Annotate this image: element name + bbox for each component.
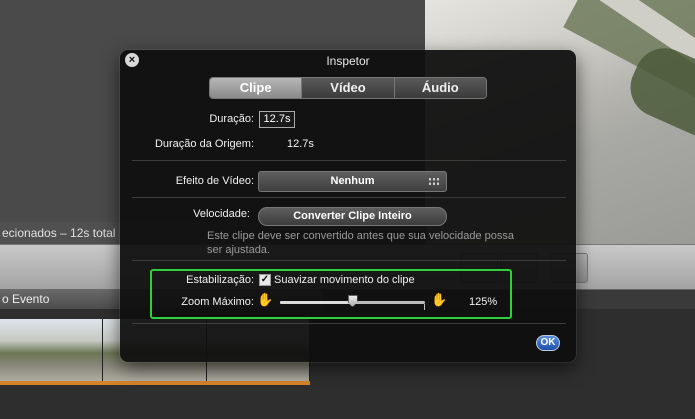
clip-thumbnail[interactable] bbox=[0, 319, 103, 381]
max-zoom-value: 125% bbox=[469, 296, 497, 308]
divider bbox=[132, 197, 566, 198]
hand-shake-icon: ✋ bbox=[257, 292, 273, 308]
video-effect-label: Efeito de Vídeo: bbox=[124, 175, 254, 187]
source-duration-label: Duração da Origem: bbox=[124, 138, 254, 150]
video-effect-value: Nenhum bbox=[331, 175, 375, 187]
source-duration-value: 12.7s bbox=[287, 138, 314, 150]
duration-label: Duração: bbox=[140, 113, 254, 125]
checkmark-icon: ✓ bbox=[261, 274, 269, 285]
stabilization-label: Estabilização: bbox=[140, 274, 254, 286]
divider bbox=[132, 160, 566, 161]
convert-note: Este clipe deve ser convertido antes que… bbox=[207, 229, 527, 257]
ok-button[interactable]: OK bbox=[536, 335, 560, 351]
tab-audio[interactable]: Áudio bbox=[395, 78, 486, 98]
grid-icon bbox=[428, 177, 440, 186]
speed-label: Velocidade: bbox=[124, 208, 250, 220]
duration-field[interactable]: 12.7s bbox=[259, 111, 295, 128]
inspector-tabs: Clipe Vídeo Áudio bbox=[209, 77, 487, 99]
tab-clipe[interactable]: Clipe bbox=[210, 78, 302, 98]
zoom-slider-fill bbox=[280, 301, 353, 304]
divider bbox=[132, 323, 566, 324]
inspector-title: Inspetor bbox=[120, 50, 576, 72]
hand-steady-icon: ✋ bbox=[431, 292, 447, 308]
tab-video[interactable]: Vídeo bbox=[302, 78, 394, 98]
inspector-panel: × Inspetor Clipe Vídeo Áudio Duração: 12… bbox=[120, 50, 576, 362]
slider-tick bbox=[424, 304, 425, 310]
divider bbox=[132, 260, 566, 261]
stabilization-checkbox[interactable]: ✓ bbox=[259, 274, 271, 286]
max-zoom-label: Zoom Máximo: bbox=[140, 296, 254, 308]
stabilization-option-label[interactable]: Suavizar movimento do clipe bbox=[274, 274, 415, 286]
convert-clip-button[interactable]: Converter Clipe Inteiro bbox=[258, 207, 447, 226]
video-effect-popup[interactable]: Nenhum bbox=[258, 171, 447, 192]
